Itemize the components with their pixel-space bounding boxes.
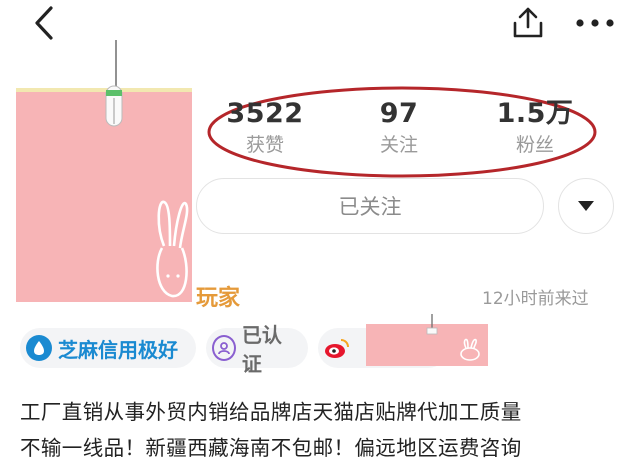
verified-user-icon	[212, 335, 236, 361]
pin-icon	[105, 40, 123, 127]
tag-label: 芝麻信用极好	[58, 337, 178, 362]
likes-count: 3522	[226, 98, 304, 129]
share-icon	[513, 7, 543, 38]
follow-dropdown-button[interactable]	[558, 178, 614, 234]
last-seen: 12小时前来过	[482, 289, 589, 309]
stat-following[interactable]: 97 关注	[334, 96, 464, 158]
bio: 工厂直销从事外贸内销给品牌店天猫店贴牌代加工质量 不输一线品！新疆西藏海南不包邮…	[20, 394, 630, 466]
stat-followers[interactable]: 1.5万 粉丝	[470, 96, 600, 158]
tag-verified[interactable]: 已认证	[206, 323, 308, 376]
tag-label: 已认证	[241, 323, 282, 376]
bunny-icon	[460, 338, 480, 361]
bio-line: 工厂直销从事外贸内销给品牌店天猫店贴牌代加工质量	[20, 400, 522, 424]
share-button[interactable]	[506, 2, 550, 44]
tag-sesame-credit[interactable]: 芝麻信用极好	[20, 328, 196, 368]
followers-label: 粉丝	[515, 134, 554, 156]
stat-likes[interactable]: 3522 获赞	[200, 96, 330, 158]
back-button[interactable]	[22, 2, 66, 44]
chevron-left-icon	[35, 6, 53, 40]
more-horizontal-icon	[576, 19, 614, 27]
followers-count: 1.5万	[496, 98, 574, 129]
following-count: 97	[379, 98, 419, 129]
more-button[interactable]	[570, 2, 620, 44]
username: 玩家	[196, 286, 241, 311]
weibo-icon	[324, 335, 350, 361]
bio-line: 不输一线品！新疆西藏海南不包邮！偏远地区运费咨询	[20, 436, 522, 460]
pin-icon	[426, 314, 438, 335]
followed-button[interactable]: 已关注	[196, 178, 544, 234]
bunny-icon	[156, 200, 189, 298]
caret-down-icon	[578, 201, 594, 211]
redacted-overlay	[366, 314, 488, 366]
likes-label: 获赞	[245, 134, 284, 156]
following-label: 关注	[379, 134, 418, 156]
sesame-credit-icon	[26, 335, 52, 361]
